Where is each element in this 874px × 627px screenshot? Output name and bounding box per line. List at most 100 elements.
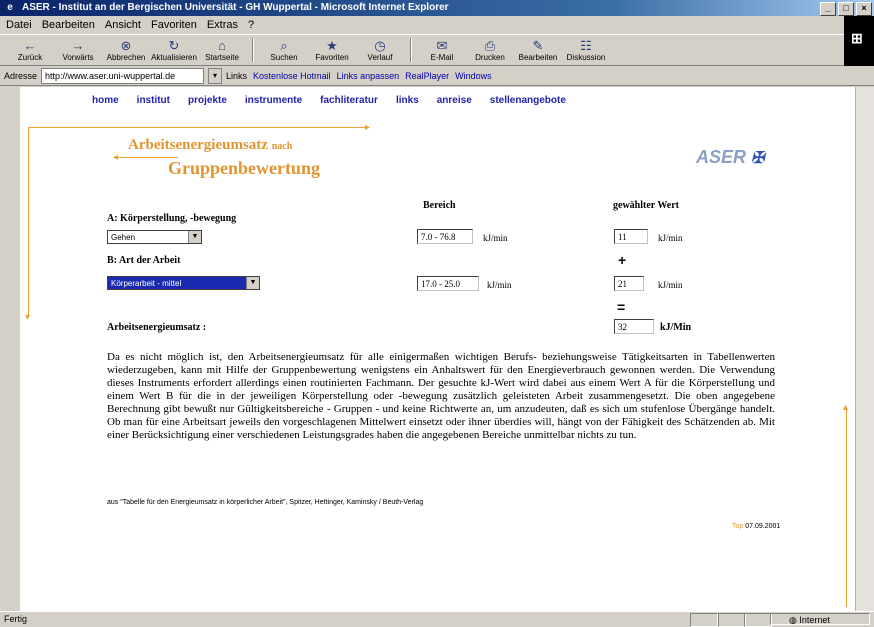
nav-institut[interactable]: institut [137, 95, 170, 106]
source-footnote: aus "Tabelle für den Energieumsatz in kö… [107, 499, 424, 506]
mail-button[interactable]: ✉ E-Mail [420, 36, 464, 64]
browser-window: e ASER - Institut an der Bergischen Univ… [0, 0, 874, 627]
security-zone: ◍ Internet [770, 613, 870, 625]
toolbar: ← Zurück → Vorwärts ⊗ Abbrechen ↻ Aktualisie… [0, 34, 874, 66]
chevron-down-icon: ▼ [246, 277, 259, 289]
link-customize[interactable]: Links anpassen [337, 71, 400, 81]
page-content: home institut projekte instrumente fachl… [20, 87, 856, 611]
history-icon: ◷ [374, 37, 386, 53]
menu-view[interactable]: Ansicht [105, 19, 141, 31]
links-bar: Links Kostenlose Hotmail Links anpassen … [226, 71, 492, 81]
home-button[interactable]: ⌂ Startseite [200, 36, 244, 64]
value-b-field[interactable]: 21 [614, 276, 644, 291]
nav-links[interactable]: links [396, 95, 419, 106]
menu-bar: Datei Bearbeiten Ansicht Favoriten Extra… [0, 16, 874, 34]
refresh-button[interactable]: ↻ Aktualisieren [151, 36, 197, 64]
links-label: Links [226, 70, 248, 81]
back-button[interactable]: ← Zurück [8, 36, 52, 64]
vertical-scrollbar[interactable] [855, 87, 874, 611]
column-header-range: Bereich [423, 200, 456, 211]
edit-icon: ✎ [532, 37, 544, 53]
minimize-button[interactable]: _ [820, 2, 836, 16]
discuss-button[interactable]: ☷ Diskussion [564, 36, 608, 64]
decor-line-top [28, 127, 368, 128]
section-a-label: A: Körperstellung, -bewegung [107, 213, 237, 224]
close-button[interactable]: × [856, 2, 872, 16]
address-label: Adresse [4, 70, 38, 81]
top-link[interactable]: Top [732, 523, 743, 530]
windows-logo-icon: ⊞ [851, 30, 863, 46]
refresh-icon: ↻ [168, 37, 180, 53]
status-text: Fertig [4, 614, 28, 624]
globe-icon: ◍ [789, 615, 797, 625]
menu-file[interactable]: Datei [6, 19, 32, 31]
forward-arrow-icon: → [71, 37, 85, 53]
menu-tools[interactable]: Extras [207, 19, 238, 31]
decor-line-left [28, 127, 29, 317]
status-cell [744, 613, 772, 627]
aser-logo: ASER ✠ [696, 147, 765, 167]
status-cell [690, 613, 718, 627]
select-body-position[interactable]: Gehen ▼ [107, 230, 202, 244]
print-button[interactable]: ⎙ Drucken [468, 36, 512, 64]
maximize-button[interactable]: □ [838, 2, 854, 16]
select-work-type[interactable]: Körperarbeit - mittel ▼ [107, 276, 260, 290]
link-realplayer[interactable]: RealPlayer [405, 71, 449, 81]
favorites-button[interactable]: ★ Favoriten [310, 36, 354, 64]
decor-arrow-up: ▴ [843, 402, 849, 413]
menu-favorites[interactable]: Favoriten [151, 19, 197, 31]
favorites-icon: ★ [326, 37, 338, 53]
nav-fachliteratur[interactable]: fachliteratur [320, 95, 378, 106]
mail-icon: ✉ [436, 37, 448, 53]
window-title: ASER - Institut an der Bergischen Univer… [22, 2, 449, 13]
address-input[interactable]: http://www.aser.uni-wuppertal.de [41, 67, 205, 84]
equals-sign: = [617, 299, 626, 315]
link-windows[interactable]: Windows [455, 71, 492, 81]
range-a-field[interactable]: 7.0 - 76.8 [417, 229, 473, 244]
menu-edit[interactable]: Bearbeiten [42, 19, 95, 31]
nav-projekte[interactable]: projekte [188, 95, 227, 106]
ie-throbber: ⊞ [844, 16, 874, 66]
address-dropdown-button[interactable]: ▾ [208, 67, 223, 84]
range-a-unit: kJ/min [483, 233, 508, 243]
nav-instrumente[interactable]: instrumente [245, 95, 302, 106]
decor-arrow-left: ◂ [113, 152, 119, 163]
decor-line-right [846, 407, 847, 607]
site-nav: home institut projekte instrumente fachl… [92, 95, 566, 106]
link-hotmail[interactable]: Kostenlose Hotmail [253, 71, 331, 81]
plus-sign: + [618, 252, 627, 268]
value-a-unit: kJ/min [658, 233, 683, 243]
home-icon: ⌂ [218, 37, 226, 53]
total-label: Arbeitsenergieumsatz : [107, 322, 207, 333]
toolbar-separator [410, 38, 412, 62]
page-title-line1: Arbeitsenergieumsatz nach [128, 137, 293, 153]
toolbar-separator [252, 38, 254, 62]
stop-icon: ⊗ [120, 37, 132, 53]
forward-button[interactable]: → Vorwärts [56, 36, 100, 64]
search-button[interactable]: ⌕ Suchen [262, 36, 306, 64]
description-paragraph: Da es nicht möglich ist, den Arbeitsener… [107, 351, 775, 441]
stop-button[interactable]: ⊗ Abbrechen [104, 36, 148, 64]
logo-emblem-icon: ✠ [751, 150, 765, 167]
edit-button[interactable]: ✎ Bearbeiten [516, 36, 560, 64]
print-icon: ⎙ [484, 37, 496, 53]
nav-anreise[interactable]: anreise [437, 95, 472, 106]
total-value-field[interactable]: 32 [614, 319, 654, 334]
discuss-icon: ☷ [580, 37, 592, 53]
decor-arrow-down: ▾ [25, 312, 31, 323]
value-a-field[interactable]: 11 [614, 229, 648, 244]
nav-stellenangebote[interactable]: stellenangebote [490, 95, 566, 106]
status-cell [718, 613, 746, 627]
history-button[interactable]: ◷ Verlauf [358, 36, 402, 64]
menu-help[interactable]: ? [248, 19, 254, 31]
range-b-field[interactable]: 17.0 - 25.0 [417, 276, 479, 291]
chevron-down-icon: ▼ [188, 231, 201, 243]
total-unit: kJ/Min [660, 322, 692, 333]
page-title-line2: Gruppenbewertung [168, 158, 321, 178]
address-bar: Adresse http://www.aser.uni-wuppertal.de… [0, 66, 874, 86]
search-icon: ⌕ [280, 37, 288, 53]
nav-home[interactable]: home [92, 95, 119, 106]
ie-icon: e [7, 2, 13, 13]
status-bar: Fertig ◍ Internet [0, 611, 874, 627]
decor-arrow-right: ▸ [365, 122, 371, 133]
